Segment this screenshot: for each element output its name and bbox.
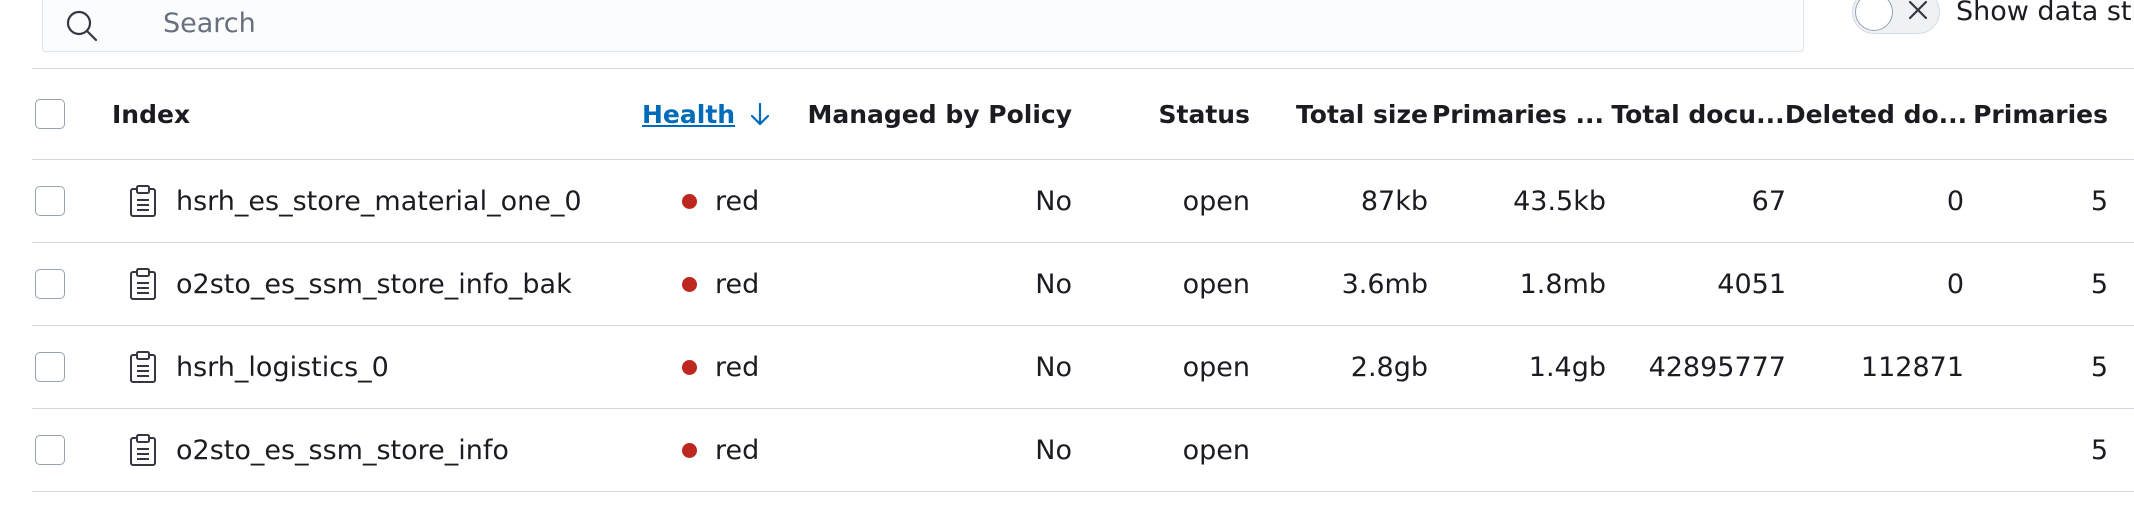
health-cell: red [682,326,759,408]
column-header-managed[interactable]: Managed by Policy [807,69,1072,159]
health-text: red [715,268,760,300]
health-text: red [715,434,760,466]
column-header-primaries[interactable]: Primaries [1964,69,2108,159]
clipboard-icon [130,351,156,383]
status-cell: open [1182,185,1250,217]
health-cell: red [682,409,759,491]
primaries-size-cell: 1.4gb [1528,351,1606,383]
total-docs-cell [1608,409,1786,491]
search-icon [66,10,98,42]
index-cell: o2sto_es_ssm_store_info [126,409,509,491]
toggle-knob [1855,0,1893,31]
managed-cell: No [1035,268,1072,300]
total-docs-cell: 67 [1751,185,1786,217]
primaries-cell: 5 [2090,185,2108,217]
column-header-primaries-size[interactable]: Primaries ... [1428,69,1608,159]
column-header-total-docs[interactable]: Total docu... [1608,69,1788,159]
total-size-cell: 87kb [1360,185,1428,217]
status-cell: open [1182,351,1250,383]
index-name-link[interactable]: hsrh_logistics_0 [176,352,389,383]
total-size-cell [1272,409,1428,491]
health-text: red [715,185,760,217]
primaries-cell: 5 [2090,268,2108,300]
row-checkbox[interactable] [35,269,65,299]
health-status-dot [682,193,697,209]
indices-table: Index Health Managed by Policy Status To… [32,68,2134,492]
index-name-link[interactable]: hsrh_es_store_material_one_0 [176,186,582,217]
health-status-dot [682,442,697,458]
clipboard-icon [130,268,156,300]
total-docs-cell: 42895777 [1648,351,1786,383]
index-cell: hsrh_es_store_material_one_0 [126,160,582,242]
clipboard-icon [130,185,156,217]
row-checkbox[interactable] [35,435,65,465]
clipboard-icon [130,434,156,466]
column-header-total-size[interactable]: Total size [1272,69,1428,159]
deleted-docs-cell [1788,409,1964,491]
total-size-cell: 2.8gb [1350,351,1428,383]
table-header-row: Index Health Managed by Policy Status To… [32,68,2134,160]
search-input[interactable] [163,3,1763,43]
index-name-link[interactable]: o2sto_es_ssm_store_info [176,435,509,466]
primaries-cell: 5 [2090,351,2108,383]
table-row: o2sto_es_ssm_store_info_bak red No open … [32,243,2134,326]
index-cell: hsrh_logistics_0 [126,326,389,408]
primaries-cell: 5 [2090,434,2108,466]
index-name-link[interactable]: o2sto_es_ssm_store_info_bak [176,269,572,300]
health-status-dot [682,276,697,292]
managed-cell: No [1035,351,1072,383]
row-checkbox[interactable] [35,186,65,216]
health-text: red [715,351,760,383]
search-box [42,0,1804,52]
select-all-checkbox[interactable] [35,99,65,129]
total-docs-cell: 4051 [1717,268,1786,300]
primaries-size-cell: 1.8mb [1519,268,1606,300]
cross-icon [1908,0,1928,20]
health-status-dot [682,359,697,375]
table-row: hsrh_es_store_material_one_0 red No open… [32,160,2134,243]
health-cell: red [682,243,759,325]
managed-cell: No [1035,434,1072,466]
deleted-docs-cell: 112871 [1860,351,1964,383]
managed-cell: No [1035,185,1072,217]
toggle-label: Show data str [1956,0,2134,27]
column-header-health[interactable]: Health [642,69,773,159]
column-header-index[interactable]: Index [112,69,190,159]
show-data-streams-toggle[interactable] [1852,0,1940,34]
health-cell: red [682,160,759,242]
primaries-size-cell: 43.5kb [1513,185,1606,217]
status-cell: open [1182,268,1250,300]
deleted-docs-cell: 0 [1946,268,1964,300]
index-cell: o2sto_es_ssm_store_info_bak [126,243,572,325]
row-checkbox[interactable] [35,352,65,382]
status-cell: open [1182,434,1250,466]
arrow-down-icon [750,102,770,126]
column-header-deleted-docs[interactable]: Deleted do... [1785,69,1967,159]
deleted-docs-cell: 0 [1946,185,1964,217]
table-row: o2sto_es_ssm_store_info red No open 5 [32,409,2134,492]
primaries-size-cell [1428,409,1606,491]
column-header-status[interactable]: Status [1092,69,1250,159]
table-row: hsrh_logistics_0 red No open 2.8gb 1.4gb… [32,326,2134,409]
total-size-cell: 3.6mb [1341,268,1428,300]
health-sort-link[interactable]: Health [642,100,735,129]
